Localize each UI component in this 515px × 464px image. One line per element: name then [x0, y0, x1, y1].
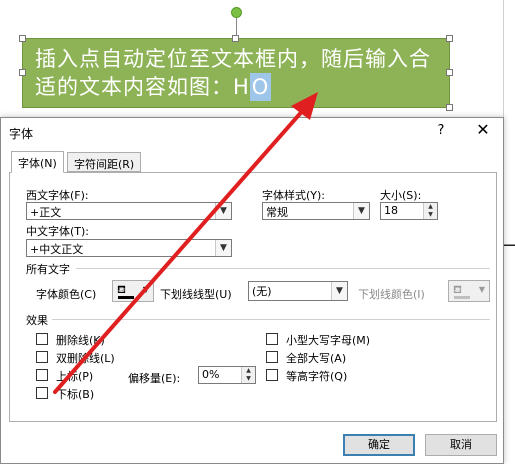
chevron-down-icon[interactable]: ▼: [353, 203, 369, 219]
resize-handle-top-right[interactable]: [446, 35, 453, 42]
font-tab-panel: 西文字体(F): +正文 ▼ 中文字体(T): +中文正文 ▼ 字体样式(Y):…: [9, 172, 497, 422]
spin-up-icon[interactable]: ▲: [242, 367, 255, 375]
underline-color-label: 下划线颜色(I): [358, 288, 425, 301]
subscript-label: 下标(B): [56, 388, 95, 401]
offset-spinner[interactable]: 0% ▲ ▼: [198, 366, 256, 384]
color-swatch: [118, 296, 134, 299]
offset-value: 0%: [202, 368, 220, 381]
chinese-font-combobox[interactable]: +中文正文 ▼: [26, 239, 232, 257]
spin-down-icon[interactable]: ▼: [424, 211, 437, 219]
chevron-down-icon: ▼: [142, 285, 149, 294]
underline-type-combobox[interactable]: (无) ▼: [248, 281, 348, 301]
superscript-checkbox[interactable]: [36, 369, 48, 381]
chevron-down-icon[interactable]: ▼: [215, 203, 231, 219]
rotate-handle[interactable]: [231, 7, 242, 18]
resize-handle-left[interactable]: [19, 69, 26, 76]
textbox-content[interactable]: 插入点自动定位至文本框内，随后输入合适的文本内容如图：HO: [35, 45, 435, 101]
western-font-label: 西文字体(F):: [26, 189, 89, 202]
font-style-label: 字体样式(Y):: [262, 189, 326, 202]
spin-up-icon[interactable]: ▲: [424, 203, 437, 211]
resize-handle-top-left[interactable]: [19, 35, 26, 42]
font-color-button[interactable]: ⛾ ▼: [112, 280, 154, 302]
background-text-fragment: —: [503, 232, 515, 257]
western-font-value: +正文: [30, 206, 62, 219]
font-style-combobox[interactable]: 常规 ▼: [262, 202, 370, 220]
section-divider: [76, 268, 490, 269]
all-text-section-label: 所有文字: [26, 263, 70, 276]
cancel-button[interactable]: 取消: [425, 434, 497, 456]
tab-character-spacing[interactable]: 字符间距(R): [67, 152, 142, 172]
ok-button[interactable]: 确定: [343, 434, 415, 456]
font-size-label: 大小(S):: [380, 189, 422, 202]
resize-handle-right[interactable]: [446, 69, 453, 76]
dialog-title: 字体: [9, 127, 34, 141]
small-caps-checkbox[interactable]: [266, 333, 278, 345]
font-color-label: 字体颜色(C): [36, 288, 97, 301]
western-font-combobox[interactable]: +正文 ▼: [26, 202, 232, 220]
chevron-down-icon[interactable]: ▼: [215, 240, 231, 256]
close-button[interactable]: ✕: [473, 120, 493, 139]
underline-type-value: (无): [252, 285, 272, 298]
text-cursor-selection: O: [249, 73, 272, 101]
resize-handle-top[interactable]: [232, 35, 239, 42]
small-caps-label: 小型大写字母(M): [286, 334, 371, 347]
equalize-height-checkbox[interactable]: [266, 369, 278, 381]
underline-type-label: 下划线线型(U): [160, 288, 232, 301]
paint-bucket-icon: ⛾: [453, 283, 462, 296]
all-caps-checkbox[interactable]: [266, 351, 278, 363]
color-swatch: [454, 296, 470, 299]
strikethrough-label: 删除线(K): [56, 334, 105, 347]
size-spin-buttons[interactable]: ▲ ▼: [423, 203, 437, 219]
chinese-font-value: +中文正文: [30, 243, 84, 256]
offset-label: 偏移量(E):: [128, 372, 181, 385]
font-size-spinner[interactable]: 18 ▲ ▼: [380, 202, 438, 220]
spin-down-icon[interactable]: ▼: [242, 375, 255, 383]
strikethrough-checkbox[interactable]: [36, 333, 48, 345]
selected-textbox[interactable]: 插入点自动定位至文本框内，随后输入合适的文本内容如图：HO: [22, 38, 450, 108]
tab-font[interactable]: 字体(N): [11, 151, 64, 173]
chinese-font-label: 中文字体(T):: [26, 225, 90, 238]
effects-section-label: 效果: [26, 314, 48, 327]
help-button[interactable]: ?: [433, 123, 449, 138]
typed-text: H: [233, 75, 250, 99]
subscript-checkbox[interactable]: [36, 387, 48, 399]
section-divider: [52, 319, 490, 320]
resize-handle-bottom-right[interactable]: [446, 104, 453, 111]
double-strikethrough-checkbox[interactable]: [36, 351, 48, 363]
equalize-height-label: 等高字符(Q): [286, 370, 348, 383]
underline-color-button[interactable]: ⛾ ▼: [448, 280, 490, 302]
offset-spin-buttons[interactable]: ▲ ▼: [241, 367, 255, 383]
double-strikethrough-label: 双删除线(L): [56, 352, 115, 365]
paint-bucket-icon: ⛾: [117, 283, 126, 296]
chevron-down-icon[interactable]: ▼: [331, 282, 347, 300]
font-style-value: 常规: [266, 206, 288, 219]
chevron-down-icon: ▼: [478, 285, 485, 294]
all-caps-label: 全部大写(A): [286, 352, 347, 365]
font-size-value: 18: [384, 204, 398, 217]
superscript-label: 上标(P): [56, 370, 94, 383]
font-dialog: 字体 ? ✕ 字体(N) 字符间距(R) 西文字体(F): +正文 ▼ 中文字体…: [0, 117, 504, 464]
